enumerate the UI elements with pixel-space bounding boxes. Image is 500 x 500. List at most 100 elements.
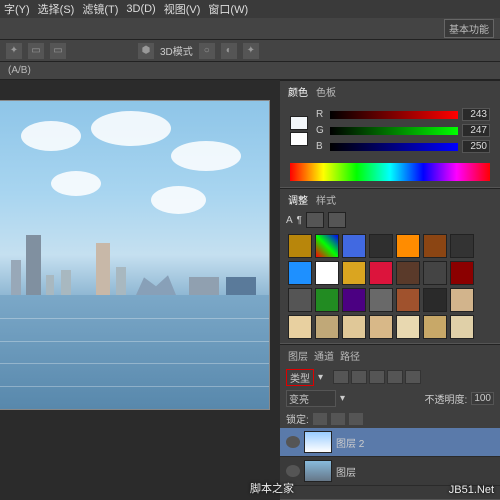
layer-item[interactable]: 图层 [280,457,500,486]
styles-grid [280,230,500,343]
style-swatch[interactable] [315,288,339,312]
style-swatch[interactable] [396,288,420,312]
layer-thumbnail[interactable] [304,431,332,453]
filter-adjust-icon[interactable] [351,370,367,384]
g-slider[interactable] [330,127,458,135]
filter-type-icon[interactable] [369,370,385,384]
sample-icon[interactable]: ▭ [28,43,44,59]
workspace-switcher[interactable]: 基本功能 [444,19,494,38]
adjust-tab[interactable]: 调整 [288,192,308,207]
visibility-icon[interactable] [286,436,300,448]
b-slider[interactable] [330,143,458,151]
lock-all-icon[interactable] [349,413,363,425]
menu-window[interactable]: 窗口(W) [208,1,248,17]
watermark-brand: 脚本之家 [250,480,294,496]
canvas-image [0,100,270,410]
style-swatch[interactable] [423,234,447,258]
visibility-icon[interactable] [286,465,300,477]
canvas-area[interactable]: 类型：变亮 [0,80,280,500]
style-swatch[interactable] [342,288,366,312]
style-swatch[interactable] [342,261,366,285]
style-swatch[interactable] [396,315,420,339]
b-label: B [316,141,326,152]
lock-label: 锁定: [286,411,309,426]
menu-select[interactable]: 选择(S) [38,1,75,17]
para-tab[interactable]: ¶ [297,215,302,226]
style-tool-icon[interactable] [306,212,324,228]
menu-filter[interactable]: 滤镜(T) [82,1,118,17]
opacity-label: 不透明度: [425,391,468,406]
style-swatch[interactable] [396,234,420,258]
lock-pixels-icon[interactable] [313,413,327,425]
type-filter-label[interactable]: 类型 [286,369,314,386]
sample-icon[interactable]: ▭ [50,43,66,59]
style-swatch[interactable] [369,234,393,258]
tool-icon[interactable]: ✦ [6,43,22,59]
menu-3d[interactable]: 3D(D) [126,3,155,15]
layer-name[interactable]: 图层 2 [336,435,364,450]
style-swatch[interactable] [288,315,312,339]
blend-mode-select[interactable]: 变亮 [286,390,336,407]
style-swatch[interactable] [369,288,393,312]
style-swatch[interactable] [342,234,366,258]
chevron-down-icon[interactable]: ▾ [340,393,345,404]
style-swatch[interactable] [450,261,474,285]
foreground-swatch[interactable] [290,116,308,130]
char-tab[interactable]: A [286,215,293,226]
style-swatch[interactable] [315,261,339,285]
options-toolbar: ✦ ▭ ▭ ⬢ 3D模式 ○ ◐ ✦ [0,40,500,62]
g-value[interactable]: 247 [462,124,490,137]
color-panel: 颜色 色板 R243 G247 B250 [280,80,500,188]
g-label: G [316,125,326,136]
lock-position-icon[interactable] [331,413,345,425]
watermark-site: JB51.Net [449,484,494,496]
mode-icon[interactable]: ◐ [221,43,237,59]
paths-tab[interactable]: 路径 [340,348,360,363]
document-tab[interactable]: (A/B) [0,62,500,80]
style-swatch[interactable] [450,234,474,258]
style-swatch[interactable] [342,315,366,339]
mode-icon[interactable]: ○ [199,43,215,59]
styles-panel: 调整 样式 A ¶ [280,188,500,344]
chevron-down-icon[interactable]: ▾ [318,372,323,383]
menu-text[interactable]: 字(Y) [4,1,30,17]
style-swatch[interactable] [396,261,420,285]
style-swatch[interactable] [288,261,312,285]
color-tab[interactable]: 颜色 [288,84,308,99]
layer-thumbnail[interactable] [304,460,332,482]
options-bar: 基本功能 [0,18,500,40]
style-swatch[interactable] [315,315,339,339]
styles-tab[interactable]: 样式 [316,192,336,207]
style-swatch[interactable] [423,315,447,339]
style-swatch[interactable] [450,315,474,339]
style-swatch[interactable] [315,234,339,258]
filter-pixel-icon[interactable] [333,370,349,384]
style-swatch[interactable] [369,261,393,285]
3d-mode-label: 3D模式 [160,43,193,58]
filter-smart-icon[interactable] [405,370,421,384]
layers-panel: 图层 通道 路径 类型 ▾ 变亮 ▾ 不透明度: 100 [280,344,500,500]
channels-tab[interactable]: 通道 [314,348,334,363]
mode-icon[interactable]: ✦ [243,43,259,59]
style-swatch[interactable] [423,288,447,312]
swatches-tab[interactable]: 色板 [316,84,336,99]
r-value[interactable]: 243 [462,108,490,121]
b-value[interactable]: 250 [462,140,490,153]
background-swatch[interactable] [290,132,308,146]
filter-shape-icon[interactable] [387,370,403,384]
style-swatch[interactable] [369,315,393,339]
menu-bar: 字(Y) 选择(S) 滤镜(T) 3D(D) 视图(V) 窗口(W) [0,0,500,18]
opacity-value[interactable]: 100 [471,392,494,405]
style-swatch[interactable] [450,288,474,312]
layers-tab[interactable]: 图层 [288,348,308,363]
r-slider[interactable] [330,111,458,119]
style-tool-icon[interactable] [328,212,346,228]
layer-item[interactable]: 图层 2 [280,428,500,457]
style-swatch[interactable] [288,288,312,312]
menu-view[interactable]: 视图(V) [164,1,201,17]
layer-name[interactable]: 图层 [336,464,356,479]
color-spectrum[interactable] [290,163,490,181]
3d-mode-icon[interactable]: ⬢ [138,43,154,59]
style-swatch[interactable] [288,234,312,258]
style-swatch[interactable] [423,261,447,285]
